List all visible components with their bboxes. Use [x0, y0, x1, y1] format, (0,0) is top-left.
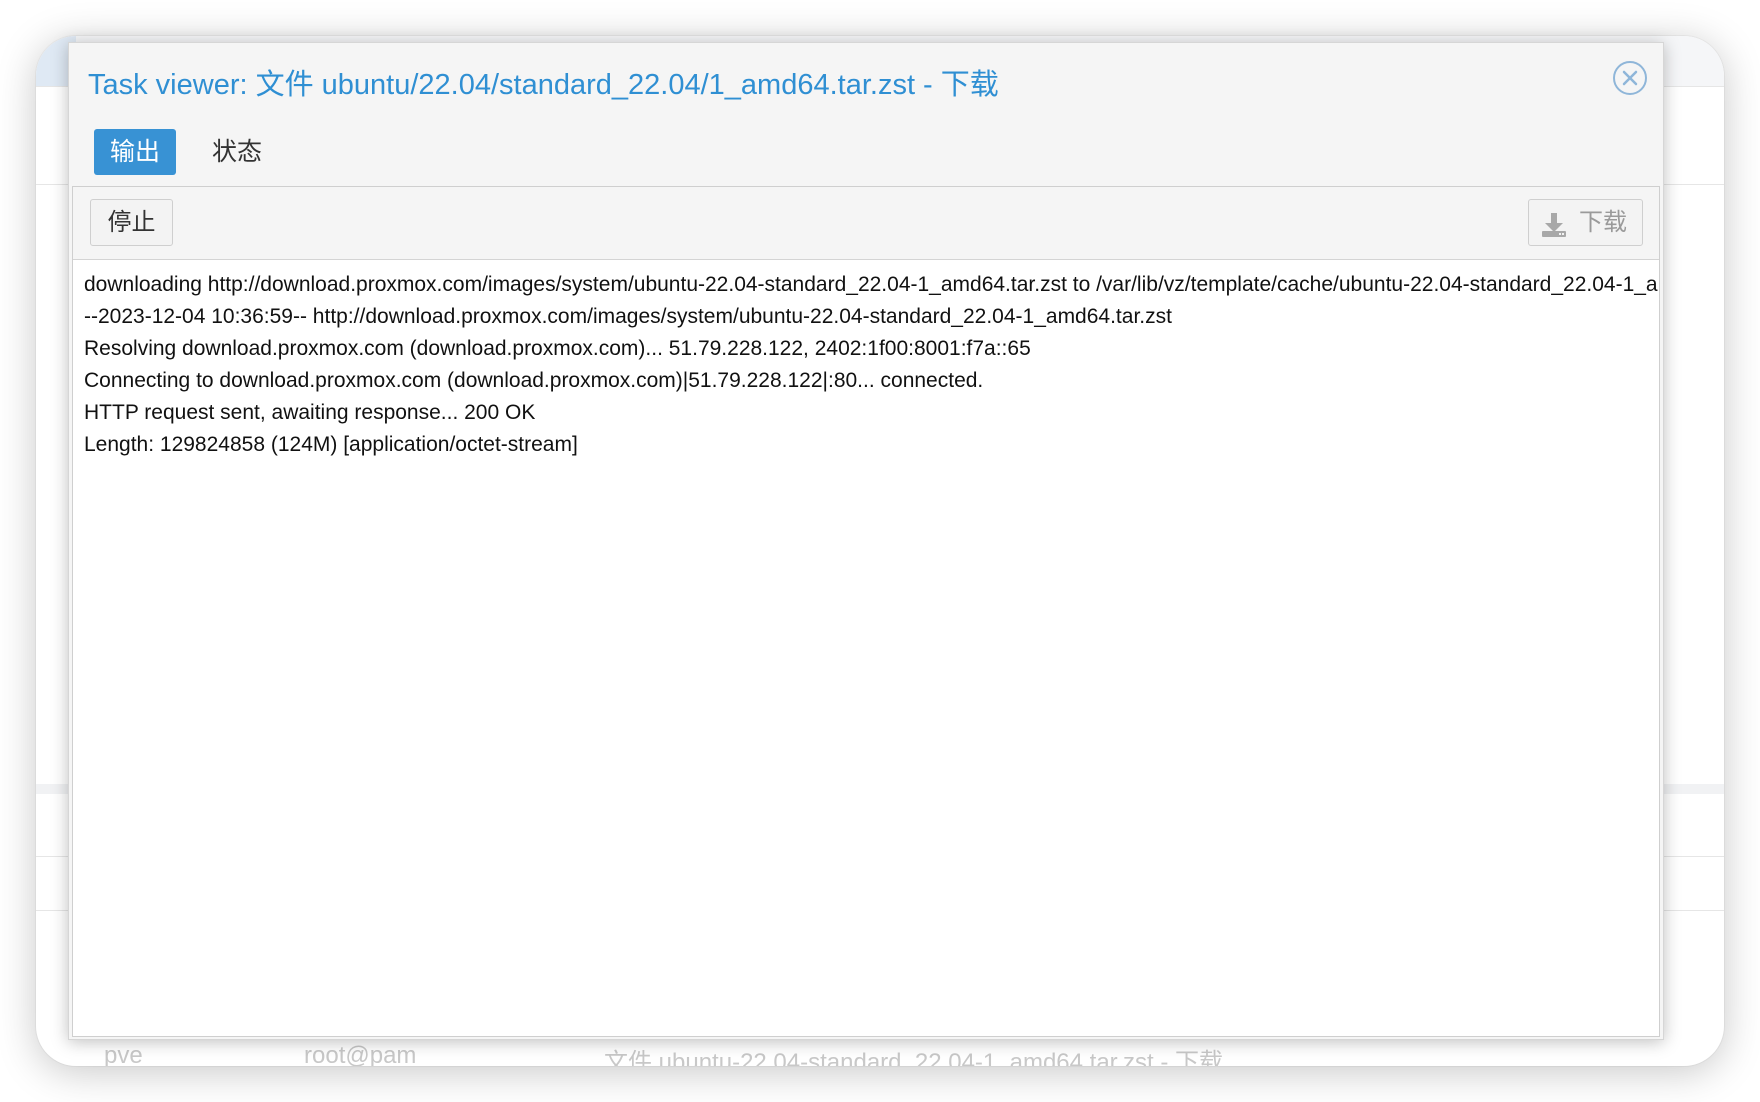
log-line: Length: 129824858 (124M) [application/oc… [84, 433, 578, 456]
background-task-node: pve [104, 1042, 143, 1066]
download-icon [1540, 209, 1568, 237]
output-panel: 停止 下载 downloading http://download.proxmo… [72, 186, 1660, 1037]
log-line: Resolving download.proxmox.com (download… [84, 337, 1031, 360]
dialog-header: Task viewer: 文件 ubuntu/22.04/standard_22… [69, 43, 1663, 117]
close-circle-icon [1622, 70, 1638, 86]
log-line: --2023-12-04 10:36:59-- http://download.… [84, 305, 1172, 328]
task-viewer-dialog: Task viewer: 文件 ubuntu/22.04/standard_22… [68, 42, 1664, 1040]
log-line: Connecting to download.proxmox.com (down… [84, 369, 984, 392]
background-task-row[interactable]: pve root@pam 文件 ubuntu-22.04-standard_22… [36, 1040, 1724, 1066]
close-button[interactable] [1613, 61, 1647, 95]
tab-output[interactable]: 输出 [94, 129, 177, 175]
stop-button[interactable]: 停止 [90, 199, 173, 246]
output-toolbar: 停止 下载 [73, 187, 1659, 260]
download-label: 下载 [1579, 209, 1627, 236]
dialog-tabs: 输出 状态 [94, 129, 278, 175]
tab-status[interactable]: 状态 [196, 129, 278, 175]
background-task-description: 文件 ubuntu-22.04-standard_22.04-1_amd64.t… [604, 1049, 1224, 1066]
log-line: HTTP request sent, awaiting response... … [84, 401, 536, 424]
dialog-title: Task viewer: 文件 ubuntu/22.04/standard_22… [88, 69, 999, 101]
background-task-user: root@pam [304, 1042, 417, 1066]
task-log-output[interactable]: downloading http://download.proxmox.com/… [73, 261, 1659, 1036]
download-button[interactable]: 下载 [1528, 199, 1643, 246]
log-line: downloading http://download.proxmox.com/… [84, 273, 1659, 296]
